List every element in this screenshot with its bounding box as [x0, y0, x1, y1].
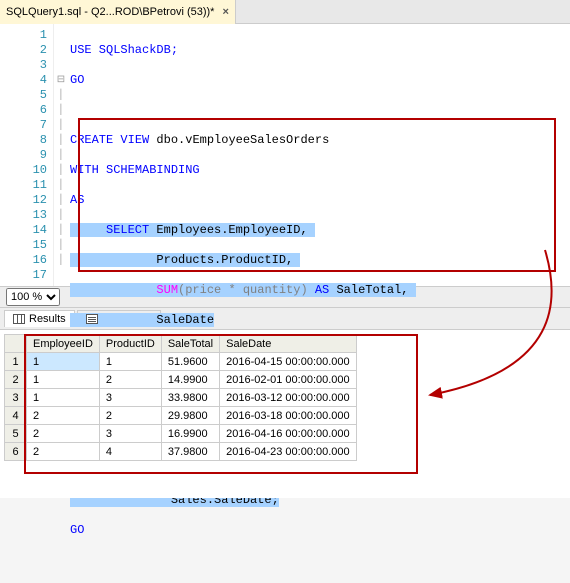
code-token: Employees.EmployeeID, — [149, 223, 315, 237]
editor-tab[interactable]: SQLQuery1.sql - Q2...ROD\BPetrovi (53))*… — [0, 0, 236, 24]
header-row: EmployeeID ProductID SaleTotal SaleDate — [5, 335, 357, 353]
col-header[interactable]: SaleDate — [220, 335, 357, 353]
line-gutter: 1234567891011121314151617 — [0, 24, 54, 286]
cell[interactable]: 37.9800 — [161, 443, 219, 461]
row-header[interactable]: 2 — [5, 371, 27, 389]
code-token: CREATE — [70, 133, 113, 147]
cell[interactable]: 2 — [99, 407, 161, 425]
cell[interactable]: 2 — [99, 371, 161, 389]
close-icon[interactable]: × — [222, 6, 228, 18]
grid-icon — [13, 314, 25, 324]
cell[interactable]: 2016-02-01 00:00:00.000 — [220, 371, 357, 389]
table-row[interactable]: 42229.98002016-03-18 00:00:00.000 — [5, 407, 357, 425]
tab-bar: SQLQuery1.sql - Q2...ROD\BPetrovi (53))*… — [0, 0, 570, 24]
cell[interactable]: 1 — [27, 353, 100, 371]
table-row[interactable]: 31333.98002016-03-12 00:00:00.000 — [5, 389, 357, 407]
code-editor[interactable]: 1234567891011121314151617 ⊟││││││││││││ … — [0, 24, 570, 286]
table-row[interactable]: 11151.96002016-04-15 00:00:00.000 — [5, 353, 357, 371]
code-token: (price * quantity) — [178, 283, 308, 297]
cell[interactable]: 2016-04-23 00:00:00.000 — [220, 443, 357, 461]
cell[interactable]: 2016-03-12 00:00:00.000 — [220, 389, 357, 407]
cell[interactable]: 2016-03-18 00:00:00.000 — [220, 407, 357, 425]
row-header[interactable]: 1 — [5, 353, 27, 371]
code-token: SaleTotal, — [329, 283, 415, 297]
code-area[interactable]: USE SQLShackDB; GO CREATE VIEW dbo.vEmpl… — [68, 24, 570, 286]
code-token: VIEW — [113, 133, 149, 147]
cell[interactable]: 2 — [27, 443, 100, 461]
zoom-select[interactable]: 100 % — [6, 288, 60, 306]
code-token: Products.ProductID, — [70, 253, 300, 267]
messages-icon — [86, 314, 98, 324]
fold-toggle[interactable]: ⊟ — [54, 73, 68, 88]
row-header[interactable]: 6 — [5, 443, 27, 461]
table-row[interactable]: 52316.99002016-04-16 00:00:00.000 — [5, 425, 357, 443]
code-token: WITH — [70, 163, 99, 177]
cell[interactable]: 16.9900 — [161, 425, 219, 443]
tab-title: SQLQuery1.sql - Q2...ROD\BPetrovi (53))* — [6, 6, 214, 18]
cell[interactable]: 29.9800 — [161, 407, 219, 425]
code-token: SUM — [156, 283, 178, 297]
code-token: AS — [308, 283, 330, 297]
corner-cell[interactable] — [5, 335, 27, 353]
cell[interactable]: 1 — [27, 389, 100, 407]
cell[interactable]: 1 — [99, 353, 161, 371]
cell[interactable]: 2 — [27, 407, 100, 425]
cell[interactable]: 4 — [99, 443, 161, 461]
cell[interactable]: 3 — [99, 389, 161, 407]
cell[interactable]: 1 — [27, 371, 100, 389]
code-token: AS — [70, 193, 84, 207]
cell[interactable]: 33.9800 — [161, 389, 219, 407]
code-token: GO — [70, 523, 84, 537]
fold-column: ⊟││││││││││││ — [54, 24, 68, 286]
row-header[interactable]: 5 — [5, 425, 27, 443]
table-row[interactable]: 62437.98002016-04-23 00:00:00.000 — [5, 443, 357, 461]
code-token: dbo.vEmployeeSalesOrders — [149, 133, 329, 147]
code-token: GO — [70, 73, 84, 87]
cell[interactable]: 14.9900 — [161, 371, 219, 389]
cell[interactable]: 51.9600 — [161, 353, 219, 371]
results-grid[interactable]: EmployeeID ProductID SaleTotal SaleDate … — [4, 334, 357, 461]
tab-label: Results — [29, 313, 66, 325]
col-header[interactable]: EmployeeID — [27, 335, 100, 353]
results-pane: EmployeeID ProductID SaleTotal SaleDate … — [0, 330, 570, 498]
cell[interactable]: 2016-04-15 00:00:00.000 — [220, 353, 357, 371]
cell[interactable]: 3 — [99, 425, 161, 443]
code-token: USE SQLShackDB; — [70, 43, 178, 57]
row-header[interactable]: 3 — [5, 389, 27, 407]
table-row[interactable]: 21214.99002016-02-01 00:00:00.000 — [5, 371, 357, 389]
col-header[interactable]: SaleTotal — [161, 335, 219, 353]
code-token: SELECT — [70, 223, 149, 237]
code-token: SCHEMABINDING — [99, 163, 200, 177]
results-tab[interactable]: Results — [4, 310, 75, 327]
code-token — [70, 283, 156, 297]
row-header[interactable]: 4 — [5, 407, 27, 425]
cell[interactable]: 2 — [27, 425, 100, 443]
col-header[interactable]: ProductID — [99, 335, 161, 353]
cell[interactable]: 2016-04-16 00:00:00.000 — [220, 425, 357, 443]
